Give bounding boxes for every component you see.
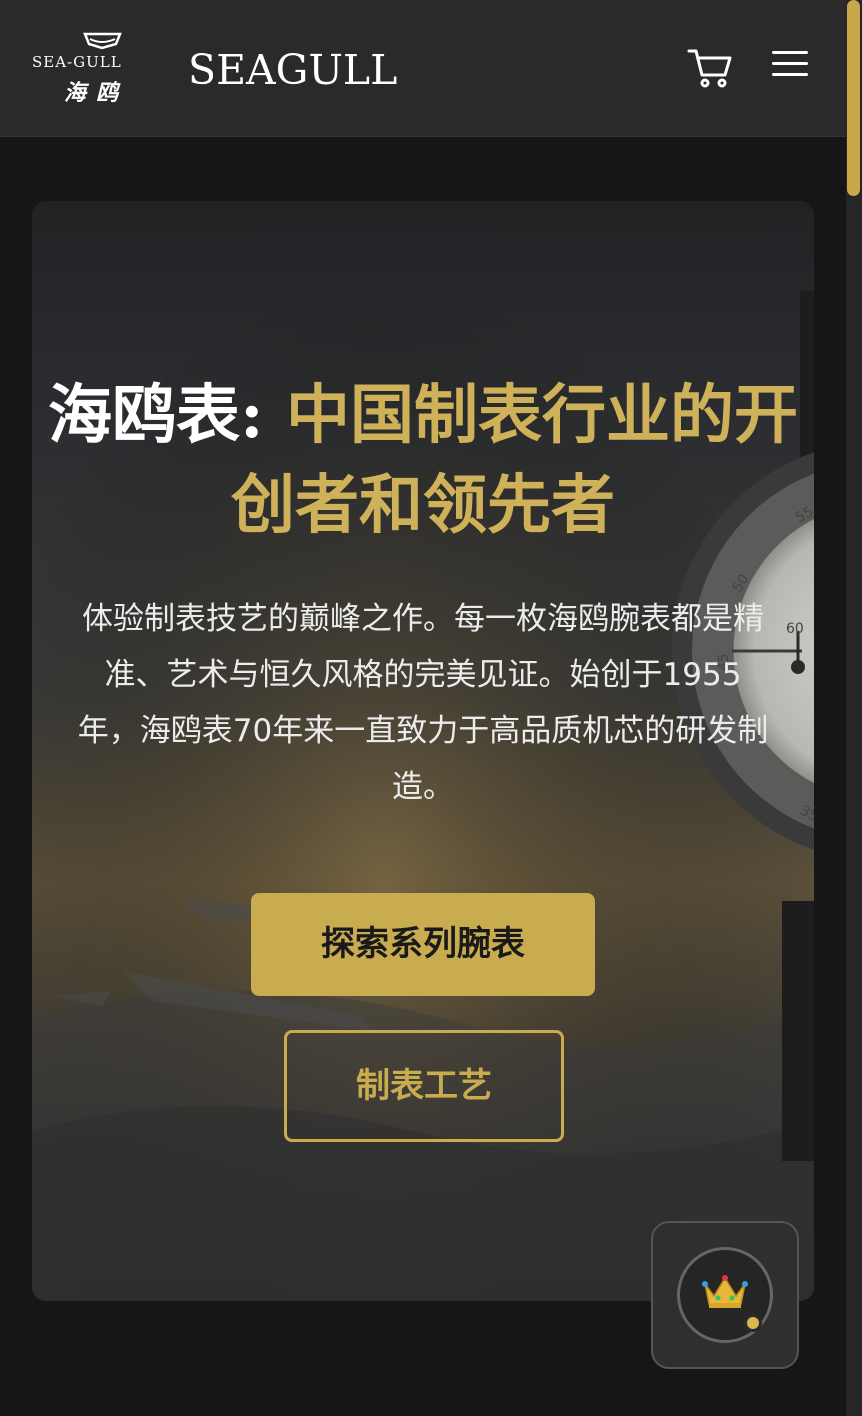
hero-title: 海鸥表: 中国制表行业的开创者和领先者	[32, 371, 814, 551]
site-header: SEA-GULL 海鸥 SEAGULL	[0, 0, 846, 137]
logo-chinese-text: 海鸥	[64, 80, 129, 106]
scrollbar[interactable]	[846, 0, 862, 1416]
hero-title-prefix: 海鸥表:	[48, 378, 286, 453]
craftsmanship-button[interactable]: 制表工艺	[284, 1030, 564, 1142]
hamburger-menu-icon	[772, 51, 808, 76]
logo-latin-text: SEA-GULL	[32, 53, 122, 71]
crown-icon	[702, 1275, 748, 1308]
watch-dial-number: 60	[786, 621, 804, 637]
hero-title-highlight: 中国制表行业的开创者和领先者	[231, 378, 798, 543]
cart-button[interactable]	[686, 46, 734, 90]
hero-description: 体验制表技艺的巅峰之作。每一枚海鸥腕表都是精准、艺术与恒久风格的完美见证。始创于…	[77, 601, 769, 805]
vip-ring	[677, 1247, 773, 1343]
notification-dot	[744, 1314, 762, 1332]
explore-collection-button[interactable]: 探索系列腕表	[251, 893, 595, 996]
menu-button[interactable]	[770, 48, 810, 80]
vip-badge-button[interactable]	[651, 1221, 799, 1369]
scrollbar-thumb[interactable]	[847, 0, 860, 196]
brand-wordmark[interactable]: SEAGULL	[188, 46, 397, 94]
hero-section: 55 50 45 60 35 海鸥表: 中国制表行业的开创者和领先者 体验制表技…	[32, 201, 814, 1301]
shopping-cart-icon	[687, 49, 732, 88]
seagull-logo[interactable]: SEA-GULL 海鸥	[30, 30, 175, 110]
